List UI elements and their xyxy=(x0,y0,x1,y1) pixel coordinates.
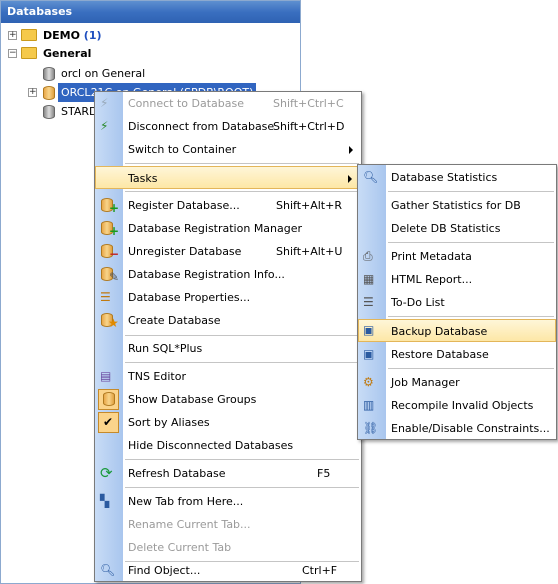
backup-icon: ▣ xyxy=(363,323,375,337)
menu-show-database-groups[interactable]: Show Database Groups xyxy=(95,388,361,411)
properties-icon: ☰ xyxy=(100,290,111,304)
menu-separator xyxy=(125,459,359,460)
database-icon xyxy=(43,86,55,100)
database-groups-icon xyxy=(100,391,117,408)
tree-node-demo[interactable]: + DEMO (1) xyxy=(1,26,301,45)
refresh-icon: ⟳ xyxy=(100,464,113,482)
menu-disconnect-from-database[interactable]: ⚡ Disconnect from Database Shift+Ctrl+D xyxy=(95,115,361,138)
submenu-print-metadata[interactable]: ⎙ Print Metadata xyxy=(358,245,556,268)
tree-node-demo-count: (1) xyxy=(83,29,102,42)
menu-hide-disconnected-databases[interactable]: Hide Disconnected Databases xyxy=(95,434,361,457)
tree-node-demo-label: DEMO xyxy=(43,29,80,42)
menu-separator xyxy=(388,316,554,317)
submenu-backup-database[interactable]: ▣ Backup Database xyxy=(358,319,556,342)
menu-separator xyxy=(388,242,554,243)
folder-icon xyxy=(21,29,37,41)
menu-delete-current-tab[interactable]: Delete Current Tab xyxy=(95,536,361,559)
expand-icon[interactable]: + xyxy=(28,88,37,97)
restore-icon: ▣ xyxy=(363,347,375,361)
menu-separator xyxy=(125,163,359,164)
menu-separator xyxy=(388,368,554,369)
menu-database-registration-info[interactable]: ✎ Database Registration Info... xyxy=(95,263,361,286)
menu-separator xyxy=(388,191,554,192)
menu-rename-current-tab[interactable]: Rename Current Tab... xyxy=(95,513,361,536)
menu-new-tab-from-here[interactable]: ▚ New Tab from Here... xyxy=(95,490,361,513)
menu-separator xyxy=(125,191,359,192)
menu-separator xyxy=(125,362,359,363)
submenu-arrow-icon xyxy=(348,175,352,183)
submenu-delete-db-statistics[interactable]: Delete DB Statistics xyxy=(358,217,556,240)
submenu-arrow-icon xyxy=(349,146,353,154)
checkmark-icon: ✔ xyxy=(103,415,114,429)
constraints-icon: ⛓ xyxy=(363,421,379,435)
submenu-enable-disable-constraints[interactable]: ⛓ Enable/Disable Constraints... xyxy=(358,417,556,440)
tree-node-general-label: General xyxy=(43,47,92,60)
submenu-database-statistics[interactable]: 🔍︎ Database Statistics xyxy=(358,166,556,189)
tasks-submenu: 🔍︎ Database Statistics Gather Statistics… xyxy=(357,164,557,440)
unregister-database-icon: − xyxy=(100,243,119,261)
submenu-recompile-invalid-objects[interactable]: ▥ Recompile Invalid Objects xyxy=(358,394,556,417)
menu-database-properties[interactable]: ☰ Database Properties... xyxy=(95,286,361,309)
connect-icon: ⚡ xyxy=(100,96,109,110)
collapse-icon[interactable]: − xyxy=(8,49,17,58)
database-icon xyxy=(43,67,55,81)
menu-refresh-database[interactable]: ⟳ Refresh Database F5 xyxy=(95,462,361,485)
job-manager-icon: ⚙ xyxy=(363,375,374,389)
new-tab-icon: ▚ xyxy=(100,494,110,508)
context-menu: ⚡ Connect to Database Shift+Ctrl+C ⚡ Dis… xyxy=(94,91,362,582)
menu-find-object[interactable]: 🔍︎ Find Object... Ctrl+F xyxy=(95,559,361,582)
submenu-todo-list[interactable]: ☰ To-Do List xyxy=(358,291,556,314)
database-icon xyxy=(43,105,55,119)
panel-title: Databases xyxy=(1,1,300,23)
todo-list-icon: ☰ xyxy=(363,295,374,309)
menu-database-registration-manager[interactable]: + Database Registration Manager xyxy=(95,217,361,240)
submenu-job-manager[interactable]: ⚙ Job Manager xyxy=(358,371,556,394)
menu-register-database[interactable]: + Register Database... Shift+Alt+R xyxy=(95,194,361,217)
create-database-icon: ★ xyxy=(100,312,119,330)
menu-separator xyxy=(125,335,359,336)
disconnect-icon: ⚡ xyxy=(100,119,109,133)
tree-node-label: orcl on General xyxy=(61,67,146,80)
submenu-restore-database[interactable]: ▣ Restore Database xyxy=(358,343,556,366)
registration-info-icon: ✎ xyxy=(100,266,119,284)
menu-tns-editor[interactable]: ▤ TNS Editor xyxy=(95,365,361,388)
menu-switch-to-container[interactable]: Switch to Container xyxy=(95,138,361,161)
folder-icon xyxy=(21,47,37,59)
menu-tasks[interactable]: Tasks xyxy=(95,166,361,189)
statistics-icon: 🔍︎ xyxy=(363,170,379,184)
submenu-html-report[interactable]: ▦ HTML Report... xyxy=(358,268,556,291)
registration-manager-icon: + xyxy=(100,220,119,238)
expand-icon[interactable]: + xyxy=(8,31,17,40)
menu-sort-by-aliases[interactable]: ✔ Sort by Aliases xyxy=(95,411,361,434)
menu-separator xyxy=(125,487,359,488)
menu-unregister-database[interactable]: − Unregister Database Shift+Alt+U xyxy=(95,240,361,263)
recompile-icon: ▥ xyxy=(363,398,375,412)
find-icon: 🔍︎ xyxy=(100,563,116,577)
tree-node-general[interactable]: − General xyxy=(1,44,301,63)
menu-run-sqlplus[interactable]: Run SQL*Plus xyxy=(95,337,361,360)
menu-create-database[interactable]: ★ Create Database xyxy=(95,309,361,332)
printer-icon: ⎙ xyxy=(363,249,373,263)
submenu-gather-statistics[interactable]: Gather Statistics for DB xyxy=(358,194,556,217)
tree-node-orcl[interactable]: orcl on General xyxy=(1,64,301,83)
tns-editor-icon: ▤ xyxy=(100,369,112,383)
tree-node-label: STARD xyxy=(61,105,98,118)
register-database-icon: + xyxy=(100,197,119,215)
html-report-icon: ▦ xyxy=(363,272,375,286)
menu-connect-to-database[interactable]: ⚡ Connect to Database Shift+Ctrl+C xyxy=(95,92,361,115)
